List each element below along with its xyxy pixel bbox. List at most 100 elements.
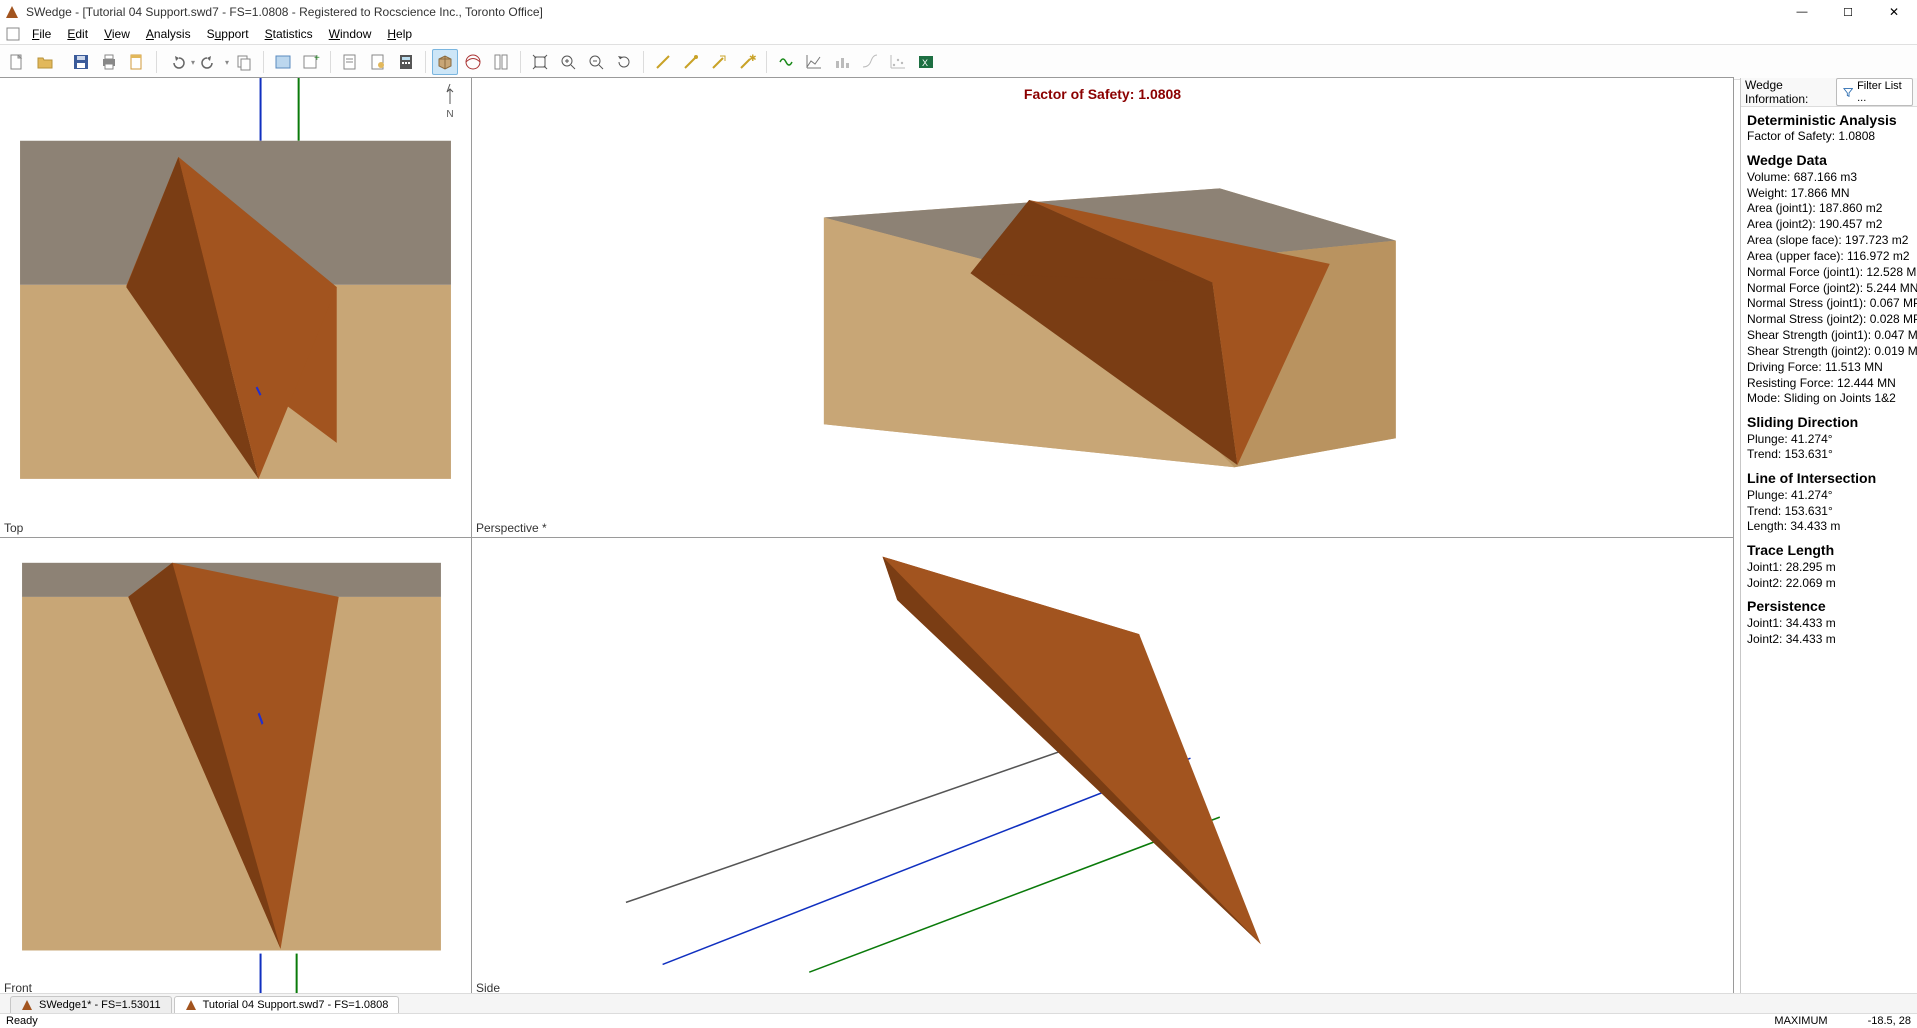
info-body: Deterministic Analysis Factor of Safety:…	[1741, 107, 1917, 998]
status-mode: MAXIMUM	[1774, 1015, 1827, 1027]
bolt-button[interactable]	[650, 49, 676, 75]
filter-icon	[1843, 86, 1853, 98]
doc-tab-2-label: Tutorial 04 Support.swd7 - FS=1.0808	[203, 999, 389, 1011]
doc-tab-2[interactable]: Tutorial 04 Support.swd7 - FS=1.0808	[174, 996, 400, 1013]
filter-list-button[interactable]: Filter List ...	[1836, 78, 1913, 106]
doc-tab-1[interactable]: SWedge1* - FS=1.53011	[10, 996, 172, 1013]
report-button[interactable]	[365, 49, 391, 75]
info-row: Area (joint1): 187.860 m2	[1747, 201, 1911, 217]
open-button[interactable]	[32, 49, 58, 75]
info-panel-title: Wedge Information:	[1745, 78, 1836, 106]
info-row: Driving Force: 11.513 MN	[1747, 360, 1911, 376]
menu-edit[interactable]: Edit	[59, 27, 96, 41]
menu-file[interactable]: File	[24, 27, 59, 41]
info-row: Plunge: 41.274°	[1747, 488, 1911, 504]
app-icon	[185, 999, 197, 1011]
save-button[interactable]	[68, 49, 94, 75]
excel-button[interactable]: X	[913, 49, 939, 75]
section-sliding-direction: Sliding Direction	[1747, 413, 1911, 431]
info-row: Factor of Safety: 1.0808	[1747, 129, 1911, 145]
section-wedge-data: Wedge Data	[1747, 151, 1911, 169]
info-row: Mode: Sliding on Joints 1&2	[1747, 391, 1911, 407]
info-row: Normal Stress (joint2): 0.028 MPa	[1747, 312, 1911, 328]
stereonet-button[interactable]	[460, 49, 486, 75]
close-button[interactable]	[1871, 0, 1917, 24]
menu-analysis[interactable]: Analysis	[138, 27, 199, 41]
svg-text:+: +	[314, 53, 320, 64]
info-row: Joint1: 28.295 m	[1747, 560, 1911, 576]
info-row: Shear Strength (joint1): 0.047 MPa	[1747, 328, 1911, 344]
window-controls	[1779, 0, 1917, 24]
info-viewer-button[interactable]	[488, 49, 514, 75]
menu-support[interactable]: Support	[199, 27, 257, 41]
bolt-edit-button[interactable]	[678, 49, 704, 75]
document-tabs: SWedge1* - FS=1.53011 Tutorial 04 Suppor…	[0, 993, 1917, 1014]
chart-bar-button[interactable]	[829, 49, 855, 75]
svg-text:X: X	[922, 58, 928, 68]
input-data-button[interactable]	[337, 49, 363, 75]
view-perspective[interactable]: Factor of Safety: 1.0808 Perspective *	[471, 77, 1734, 538]
status-left: Ready	[6, 1015, 38, 1027]
compass-north-icon: N	[441, 82, 459, 120]
info-row: Normal Stress (joint1): 0.067 MPa	[1747, 296, 1911, 312]
chart-line-button[interactable]	[801, 49, 827, 75]
3d-view-button[interactable]	[432, 49, 458, 75]
info-row: Trend: 153.631°	[1747, 504, 1911, 520]
viewport-grid: N Top Factor of Safety: 1.0808	[0, 78, 1734, 998]
info-row: Shear Strength (joint2): 0.019 MPa	[1747, 344, 1911, 360]
menu-bar: File Edit View Analysis Support Statisti…	[0, 24, 1917, 45]
project-settings-button[interactable]	[270, 49, 296, 75]
view-side[interactable]: Side	[471, 537, 1734, 998]
wedge-info-panel: Wedge Information: Filter List ... Deter…	[1740, 78, 1917, 998]
chart-cum-button[interactable]	[857, 49, 883, 75]
info-row: Resisting Force: 12.444 MN	[1747, 376, 1911, 392]
export-button[interactable]	[124, 49, 150, 75]
info-row: Joint1: 34.433 m	[1747, 616, 1911, 632]
info-row: Area (upper face): 116.972 m2	[1747, 249, 1911, 265]
chart-scatter-button[interactable]	[885, 49, 911, 75]
status-coords: -18.5, 28	[1868, 1015, 1911, 1027]
mdi-icon	[6, 27, 20, 41]
section-line-of-intersection: Line of Intersection	[1747, 469, 1911, 487]
redo-button[interactable]	[197, 49, 223, 75]
work-area: N Top Factor of Safety: 1.0808	[0, 78, 1917, 998]
info-row: Joint2: 34.433 m	[1747, 632, 1911, 648]
toolbar: ▾ ▾ + ✱ X	[0, 45, 1917, 80]
copy-button[interactable]	[231, 49, 257, 75]
info-row: Volume: 687.166 m3	[1747, 170, 1911, 186]
info-row: Normal Force (joint1): 12.528 MN	[1747, 265, 1911, 281]
minimize-button[interactable]	[1779, 0, 1825, 24]
menu-window[interactable]: Window	[321, 27, 380, 41]
menu-help[interactable]: Help	[379, 27, 420, 41]
section-deterministic: Deterministic Analysis	[1747, 111, 1911, 129]
zoom-in-button[interactable]	[555, 49, 581, 75]
info-row: Weight: 17.866 MN	[1747, 186, 1911, 202]
menu-view[interactable]: View	[96, 27, 138, 41]
calculator-button[interactable]	[393, 49, 419, 75]
view-top[interactable]: N Top	[0, 77, 472, 538]
rotate-button[interactable]	[611, 49, 637, 75]
info-row: Area (slope face): 197.723 m2	[1747, 233, 1911, 249]
bolt-arrow-button[interactable]	[706, 49, 732, 75]
add-item-button[interactable]: +	[298, 49, 324, 75]
view-perspective-label: Perspective *	[476, 521, 547, 535]
info-row: Joint2: 22.069 m	[1747, 576, 1911, 592]
print-button[interactable]	[96, 49, 122, 75]
zoom-out-button[interactable]	[583, 49, 609, 75]
section-persistence: Persistence	[1747, 597, 1911, 615]
maximize-button[interactable]	[1825, 0, 1871, 24]
bolt-star-button[interactable]: ✱	[734, 49, 760, 75]
info-row: Area (joint2): 190.457 m2	[1747, 217, 1911, 233]
menu-statistics[interactable]: Statistics	[257, 27, 321, 41]
window-title: SWedge - [Tutorial 04 Support.swd7 - FS=…	[26, 5, 1779, 19]
zoom-extents-button[interactable]	[527, 49, 553, 75]
view-top-label: Top	[4, 521, 23, 535]
doc-tab-1-label: SWedge1* - FS=1.53011	[39, 999, 161, 1011]
title-bar: SWedge - [Tutorial 04 Support.swd7 - FS=…	[0, 0, 1917, 24]
undo-button[interactable]	[163, 49, 189, 75]
info-row: Trend: 153.631°	[1747, 447, 1911, 463]
sensitivity-button[interactable]	[773, 49, 799, 75]
new-button[interactable]	[4, 49, 30, 75]
filter-button-label: Filter List ...	[1857, 80, 1906, 104]
view-front[interactable]: Front	[0, 537, 472, 998]
